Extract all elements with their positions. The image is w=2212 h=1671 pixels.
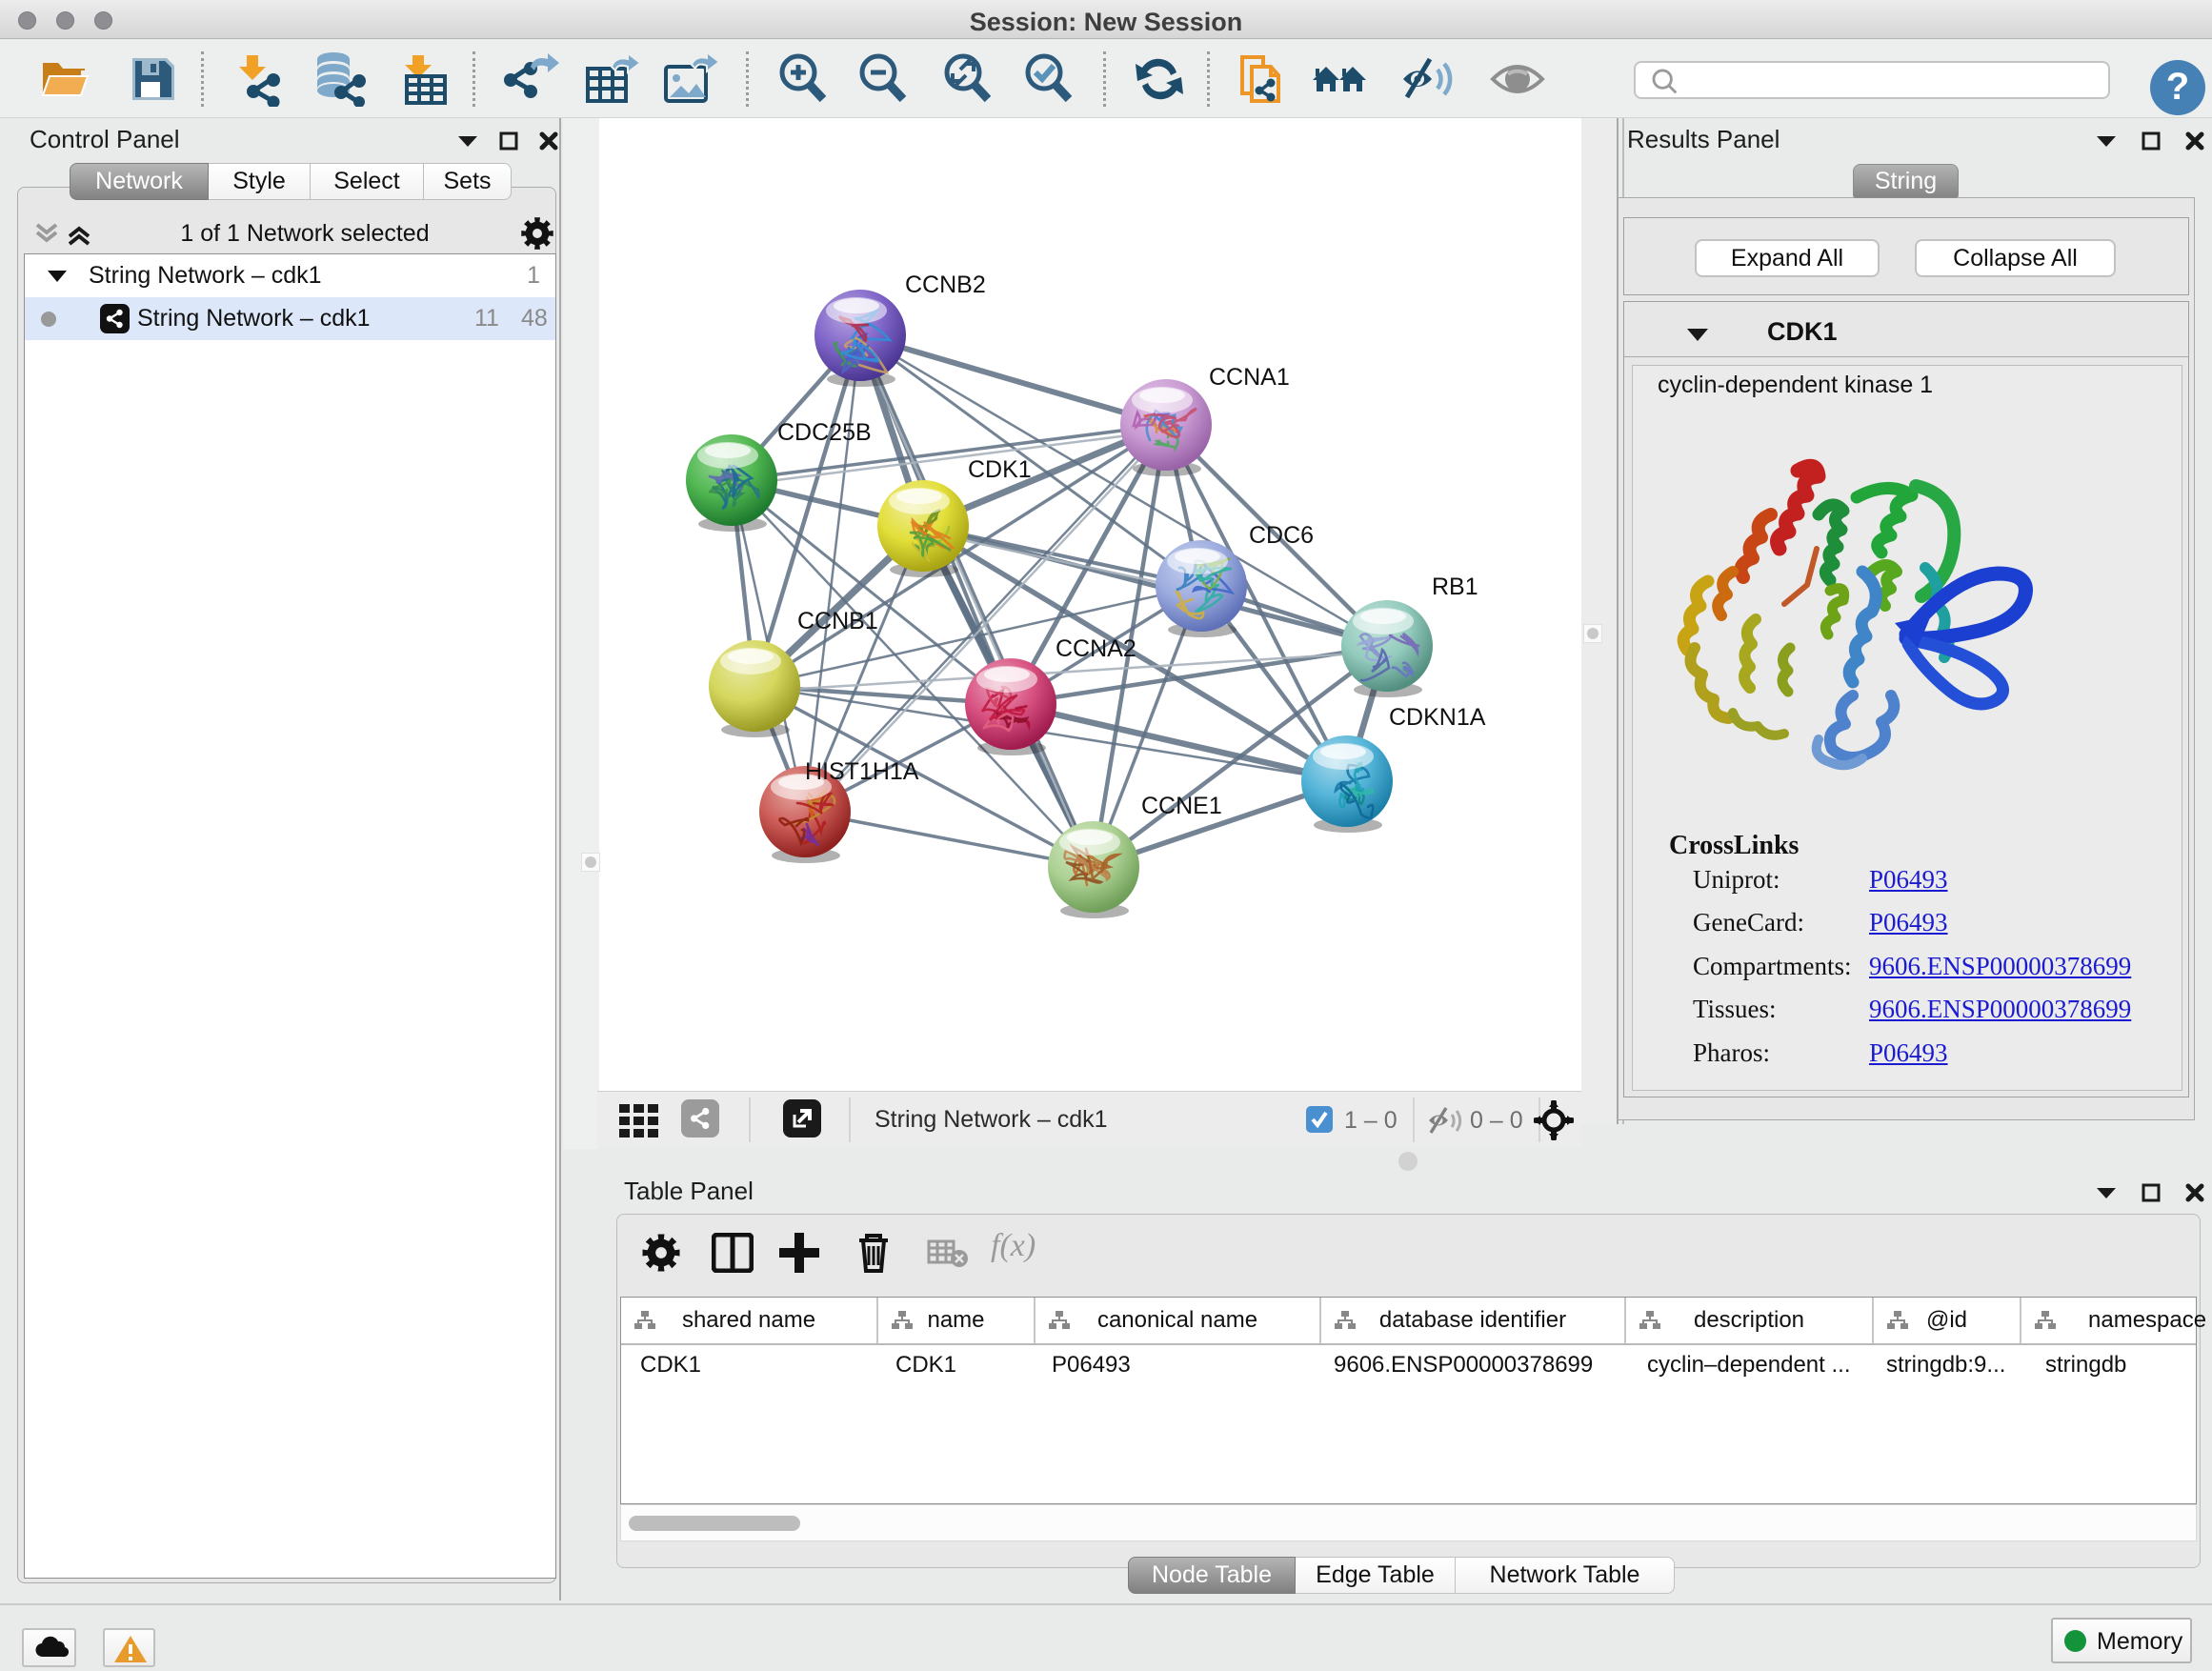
svg-text:CCNB1: CCNB1 xyxy=(797,608,878,634)
svg-text:CCNE1: CCNE1 xyxy=(1141,793,1222,819)
svg-text:CDC6: CDC6 xyxy=(1249,522,1314,549)
svg-text:CDK1: CDK1 xyxy=(968,456,1032,483)
svg-text:CDC25B: CDC25B xyxy=(777,419,872,446)
svg-text:HIST1H1A: HIST1H1A xyxy=(805,758,919,785)
svg-text:RB1: RB1 xyxy=(1432,574,1478,600)
svg-text:CCNA1: CCNA1 xyxy=(1209,364,1290,391)
svg-text:CDKN1A: CDKN1A xyxy=(1389,704,1486,731)
svg-text:CCNB2: CCNB2 xyxy=(905,272,986,298)
svg-text:CCNA2: CCNA2 xyxy=(1056,635,1136,662)
